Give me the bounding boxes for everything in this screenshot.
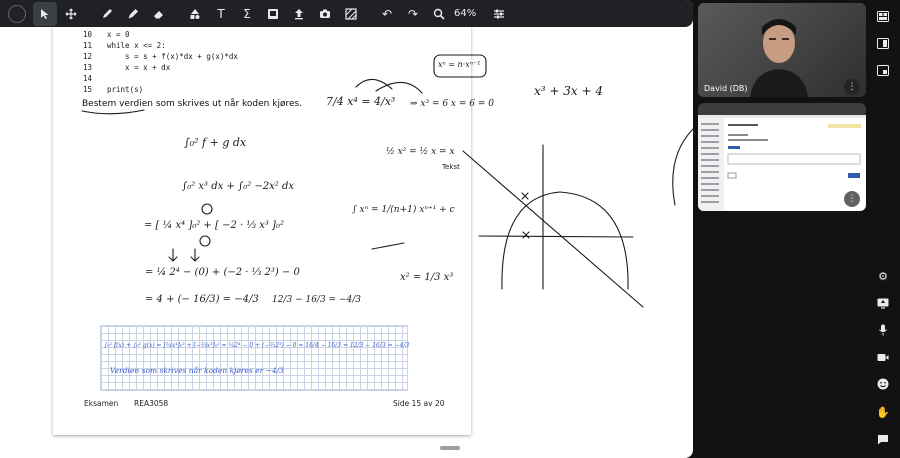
emoji-smile-icon[interactable]: [873, 376, 893, 392]
grid-answer-line1: ∫₀² f(x) + ∫₀² g(x) = [¼x⁴]₀² + [−⅔x³]₀²…: [104, 342, 410, 349]
redo-icon[interactable]: ↷: [401, 2, 425, 26]
page-scrollbar[interactable]: [440, 446, 460, 450]
ink-underline: [81, 109, 145, 115]
ink-expr-x2: x² = 1/3 x³: [400, 272, 454, 283]
settings-gear-icon[interactable]: ⚙: [873, 268, 893, 284]
math-sigma-icon[interactable]: Σ: [235, 2, 259, 26]
ink-expr-bracket: = [ ¼ x⁴ ]₀² + [ −2 · ⅓ x³ ]₀²: [144, 220, 284, 231]
ink-expr-split: ∫₀² x³ dx + ∫₀² −2x² dx: [182, 181, 295, 192]
marker-icon[interactable]: [121, 2, 145, 26]
pen-icon[interactable]: [95, 2, 119, 26]
more-options-icon[interactable]: ⋮: [844, 191, 860, 207]
graph-x-axis: [478, 235, 634, 238]
eraser-icon[interactable]: [147, 2, 171, 26]
camera-video-icon[interactable]: [873, 349, 893, 365]
screenshare-thumbnail: [698, 115, 866, 211]
raise-hand-icon[interactable]: ✋: [873, 404, 893, 420]
participant-name: David (DB): [704, 84, 748, 93]
ink-expr-integral-fg: ∫₀² f + g dx: [184, 136, 247, 149]
ink-expr-cubic: x³ + 3x + 4: [534, 84, 603, 98]
select-arrow-icon[interactable]: [33, 1, 57, 26]
camera-icon[interactable]: [313, 2, 337, 26]
graph-point: [522, 231, 530, 239]
ink-arrow-down: [190, 248, 200, 262]
ink-arrow: [375, 81, 423, 94]
ink-arrow: [355, 78, 393, 90]
shapes-icon[interactable]: [183, 2, 207, 26]
ink-arrow-down: [168, 248, 178, 262]
undo-icon[interactable]: ↶: [375, 2, 399, 26]
pattern-icon[interactable]: [339, 2, 363, 26]
graph-point: [521, 192, 529, 200]
move-cross-icon[interactable]: [59, 2, 83, 26]
chat-bubble-icon[interactable]: [873, 431, 893, 447]
more-options-icon[interactable]: ⋮: [844, 79, 860, 95]
ink-expr-step2: = ¼ 2⁴ − (0) + (−2 · ⅓ 2³) − 0: [145, 267, 300, 278]
ink-expr-equation: ⇒ x³ = 6 x = 6 = 0: [410, 99, 494, 109]
ink-expr-result: = 4 + (− 16/3) = −4/3: [145, 294, 259, 305]
app-window: 10 x = 0 11 while x <= 2: 12 s = s + f(x…: [0, 0, 900, 458]
ink-expr-integral-rule: ∫ xⁿ = 1/(n+1) xⁿ⁺¹ + c: [352, 205, 455, 215]
text-tool-icon[interactable]: T: [209, 2, 233, 26]
text-tool-label[interactable]: Tekst: [442, 163, 460, 171]
image-icon[interactable]: [261, 2, 285, 26]
zoom-icon[interactable]: [427, 2, 451, 26]
ink-expr-power-rule: xⁿ = n·xⁿ⁻¹: [438, 60, 481, 69]
present-screen-icon[interactable]: [873, 295, 893, 311]
whiteboard-canvas[interactable]: 10 x = 0 11 while x <= 2: 12 s = s + f(x…: [0, 0, 693, 458]
ink-edge-curve: [672, 128, 693, 206]
whiteboard-toolbar: T Σ ↶ ↷ 64%: [0, 0, 693, 27]
pip-window-icon[interactable]: [873, 62, 893, 78]
settings-sliders-icon[interactable]: [487, 2, 511, 26]
grid-answer-line2: Verdien som skrives når koden kjøres er …: [110, 366, 284, 375]
app-logo-icon: [8, 4, 26, 23]
ink-expr-fraction: 7/4 x⁴ = 4/x³: [326, 95, 396, 108]
microphone-icon[interactable]: [873, 322, 893, 338]
graph-line: [462, 150, 644, 308]
layout-grid-icon[interactable]: [873, 8, 893, 24]
participant-tile-screenshare[interactable]: ⋮: [698, 103, 866, 211]
participant-tile-main[interactable]: David (DB) ⋮: [698, 3, 866, 97]
ink-circle-mark: [201, 203, 213, 215]
zoom-level[interactable]: 64%: [454, 8, 476, 19]
pip-layout-icon[interactable]: [873, 35, 893, 51]
graph-curve: [501, 191, 629, 290]
ink-circle-mark: [199, 235, 211, 247]
participant-video-feed: [750, 19, 808, 97]
participants-panel: David (DB) ⋮ ⋮ ⚙ ✋: [693, 0, 900, 458]
upload-icon[interactable]: [287, 2, 311, 26]
ink-expr-side: 12/3 − 16/3 = −4/3: [272, 295, 361, 305]
ink-expr-small: ½ x² = ½ x = x: [386, 147, 455, 157]
ink-dash: [371, 242, 405, 250]
